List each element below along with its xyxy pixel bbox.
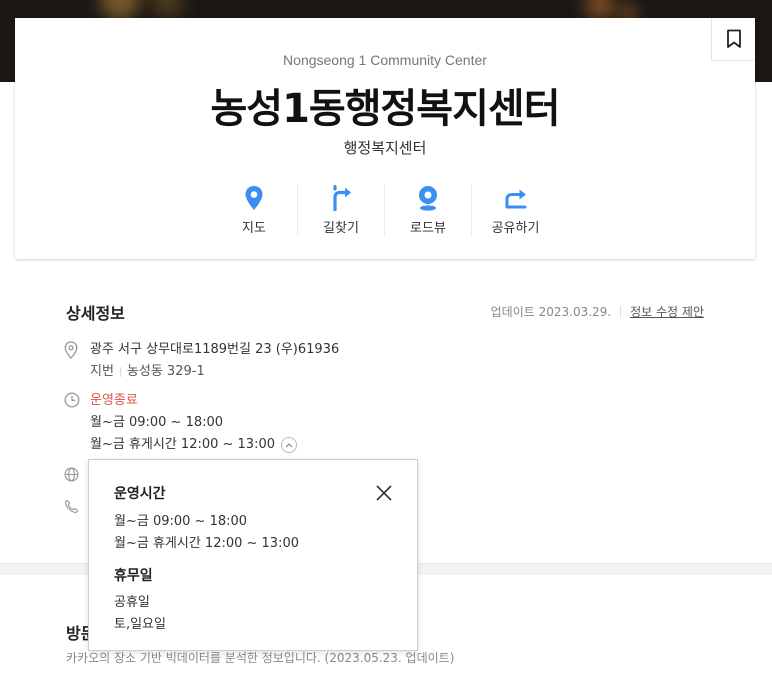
directions-button-label: 길찾기 [323,221,359,236]
popup-break-hours: 월~금 휴게시간 12:00 ~ 13:00 [114,536,300,551]
directions-button[interactable]: 길찾기 [298,184,385,236]
place-summary-card: Nongseong 1 Community Center 농성1동행정복지센터 … [15,18,755,259]
location-outline-icon [64,341,78,359]
address-text: 광주 서구 상무대로1189번길 23 (우)61936 [90,342,340,357]
popup-holiday-1: 공휴일 [114,595,150,610]
detail-section-title: 상세정보 [66,304,125,323]
place-english-name: Nongseong 1 Community Center [283,52,487,68]
popup-holiday-title: 휴무일 [114,568,153,584]
location-pin-icon [245,185,263,210]
break-hours-line: 월~금 휴게시간 12:00 ~ 13:00 [90,434,298,456]
hours-row: 운영종료 월~금 09:00 ~ 18:00 월~금 휴게시간 12:00 ~ … [64,390,298,456]
roadview-button[interactable]: 로드뷰 [385,184,472,236]
visit-data-note: 카카오의 장소 기반 빅데이터를 분석한 정보입니다. (2023.05.23.… [66,651,455,665]
break-hours: 월~금 휴게시간 12:00 ~ 13:00 [90,437,276,452]
close-icon [376,485,392,501]
update-date: 업데이트 2023.03.29. [490,305,612,319]
directions-icon [333,184,351,211]
clock-icon [64,392,80,408]
popup-hours-title: 운영시간 [114,486,166,502]
map-button-label: 지도 [242,221,266,236]
operation-status: 운영종료 [90,393,138,408]
popup-close-button[interactable] [373,482,395,504]
phone-icon [64,499,79,514]
share-button-label: 공유하기 [491,221,540,236]
place-category: 행정복지센터 [343,139,427,157]
roadview-icon [419,185,437,211]
globe-icon [64,467,79,482]
place-detail-page: Nongseong 1 Community Center 농성1동행정복지센터 … [0,0,772,678]
hours-popup: 운영시간 월~금 09:00 ~ 18:00 월~금 휴게시간 12:00 ~ … [88,459,418,651]
place-title: 농성1동행정복지센터 [210,86,560,132]
hours-collapse-button[interactable] [281,436,298,453]
popup-holiday-2: 토,일요일 [114,617,166,632]
bookmark-icon [726,29,741,48]
suggest-edit-link[interactable]: 정보 수정 제안 [630,303,704,320]
weekday-hours: 월~금 09:00 ~ 18:00 [90,415,224,430]
popup-weekday-hours: 월~금 09:00 ~ 18:00 [114,514,248,529]
update-info: 업데이트 2023.03.29. 정보 수정 제안 [491,303,704,320]
map-button[interactable]: 지도 [211,184,298,236]
phone-row [64,497,90,514]
chevron-up-icon [285,442,293,447]
address-row: 광주 서구 상무대로1189번길 23 (우)61936 지번 농성동 329-1 [64,339,339,383]
share-button[interactable]: 공유하기 [472,184,559,236]
jibun-line: 지번 농성동 329-1 [90,361,339,383]
homepage-row [64,465,90,482]
jibun-value: 농성동 329-1 [126,364,205,379]
share-icon [505,189,526,208]
roadview-button-label: 로드뷰 [410,221,446,236]
jibun-label: 지번 [90,364,114,379]
action-bar: 지도 길찾기 로드뷰 공유하기 [15,184,755,236]
